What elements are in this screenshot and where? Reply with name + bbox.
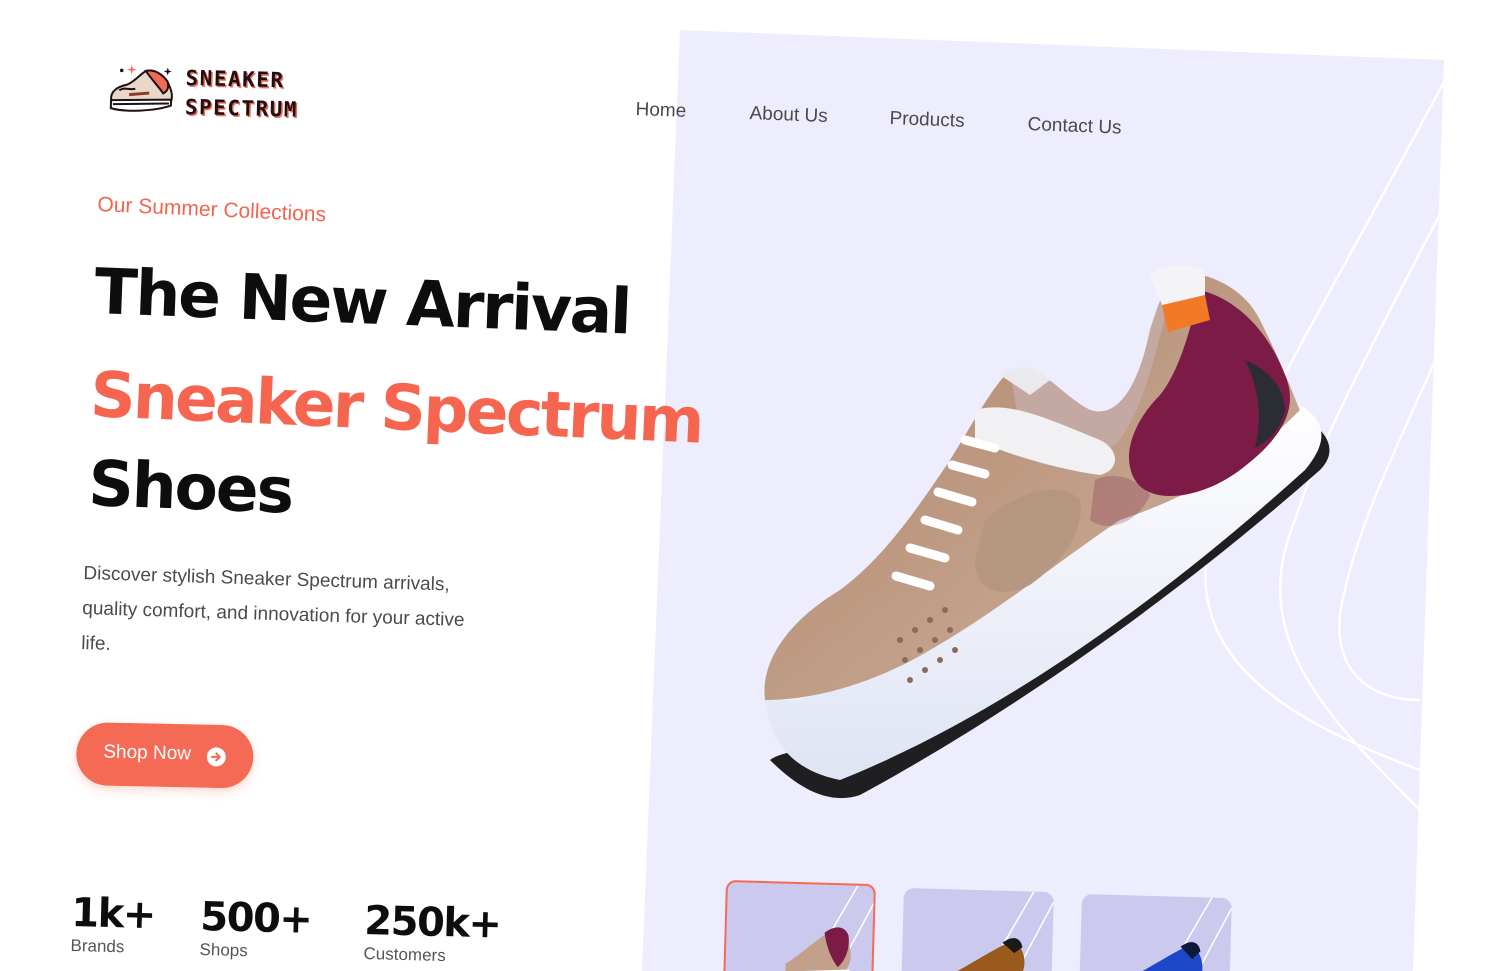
hero-description: Discover stylish Sneaker Spectrum arriva… <box>80 562 465 655</box>
sneaker-thumbnail-purple-image <box>783 885 876 971</box>
stat-shops-label: Shops <box>199 939 248 961</box>
nav-link-home[interactable]: Home <box>635 99 686 123</box>
nav-link-about-us[interactable]: About Us <box>749 103 828 128</box>
stat-customers-label: Customers <box>363 943 446 966</box>
stat-customers-value: 250k+ <box>363 898 502 948</box>
nav-link-contact-us[interactable]: Contact Us <box>1027 114 1122 140</box>
nav-link-products[interactable]: Products <box>889 108 965 133</box>
brand-name: SNEAKER SPECTRUM <box>185 64 300 125</box>
stat-brands: 1k+ Brands <box>70 890 155 958</box>
stat-shops: 500+ Shops <box>199 894 312 963</box>
sneaker-thumbnail-purple[interactable] <box>722 880 876 971</box>
sneaker-logo-icon <box>109 64 173 112</box>
brand-logo[interactable]: SNEAKER SPECTRUM <box>104 60 320 129</box>
hero-title-line3: Shoes <box>87 447 294 528</box>
landing-page: SNEAKER SPECTRUM Home About Us Products … <box>0 0 1502 971</box>
arrow-right-circle-icon <box>206 747 226 767</box>
sneaker-thumbnail-brown[interactable] <box>900 888 1054 971</box>
stat-customers: 250k+ Customers <box>363 898 501 968</box>
stat-brands-value: 1k+ <box>70 890 156 939</box>
brand-name-line1: SNEAKER <box>185 65 285 93</box>
hero-title-line2: Sneaker Spectrum <box>88 358 704 458</box>
brand-name-line2: SPECTRUM <box>184 94 299 122</box>
shop-now-label: Shop Now <box>103 741 192 765</box>
hero-eyebrow: Our Summer Collections <box>96 193 327 227</box>
shop-now-button[interactable]: Shop Now <box>75 722 254 789</box>
stat-shops-value: 500+ <box>199 894 312 943</box>
sneaker-thumbnail-blue-image <box>1134 897 1232 971</box>
stat-brands-label: Brands <box>70 935 125 957</box>
hero-title-line1: The New Arrival <box>93 255 632 349</box>
sneaker-thumbnail-blue[interactable] <box>1078 894 1232 971</box>
sneaker-thumbnail-brown-image <box>956 891 1054 971</box>
